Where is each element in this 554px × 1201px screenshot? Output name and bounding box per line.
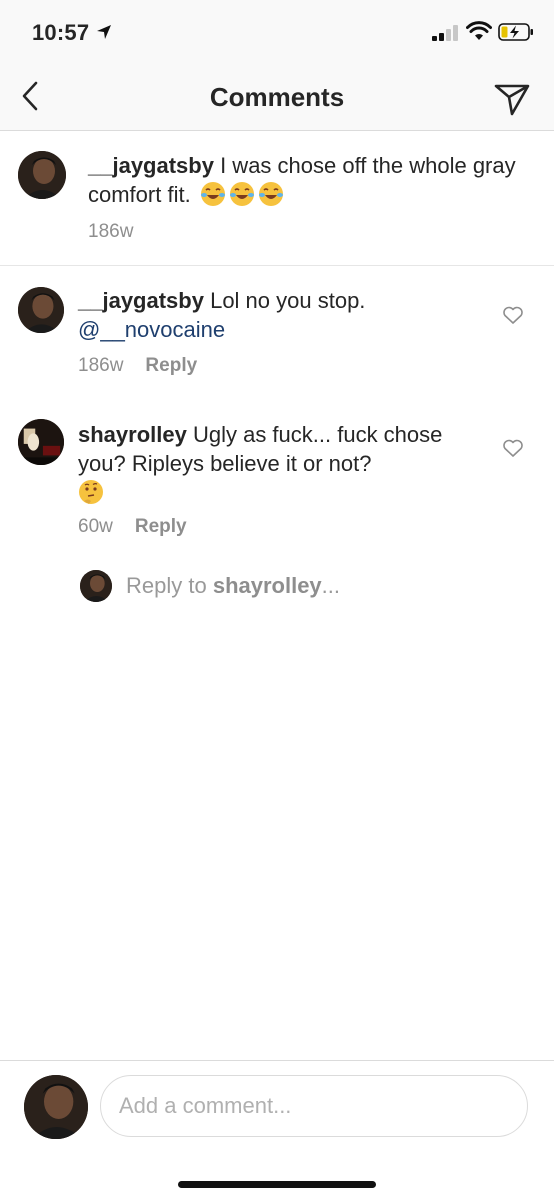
comment-meta: 60w Reply bbox=[78, 516, 187, 538]
status-time: 10:57 bbox=[32, 20, 90, 45]
avatar[interactable] bbox=[18, 151, 66, 199]
heart-like-icon[interactable] bbox=[502, 438, 524, 458]
caption-text: __jaygatsby I was chose off the whole gr… bbox=[88, 151, 528, 209]
reply-prompt-prefix: Reply to bbox=[126, 573, 213, 598]
thinking-face-emoji-icon bbox=[78, 480, 104, 505]
avatar bbox=[24, 1075, 88, 1139]
home-indicator bbox=[178, 1181, 376, 1188]
comment-timestamp: 186w bbox=[78, 355, 124, 376]
comment-composer bbox=[0, 1060, 554, 1201]
heart-like-icon[interactable] bbox=[502, 305, 524, 325]
signal-icon bbox=[432, 25, 458, 41]
battery-charging-icon bbox=[498, 23, 533, 41]
page-title: Comments bbox=[209, 82, 345, 112]
share-send-icon[interactable] bbox=[492, 78, 532, 118]
caption-username[interactable]: __jaygatsby bbox=[88, 153, 214, 178]
avatar[interactable] bbox=[18, 419, 64, 465]
comment-input[interactable] bbox=[100, 1075, 528, 1137]
comment-text: shayrolley Ugly as fuck... fuck chose yo… bbox=[78, 420, 488, 507]
caption-timestamp: 186w bbox=[88, 221, 134, 242]
reply-button[interactable]: Reply bbox=[145, 355, 197, 376]
wifi-icon bbox=[466, 21, 492, 40]
avatar[interactable] bbox=[18, 287, 64, 333]
caption-section: __jaygatsby I was chose off the whole gr… bbox=[0, 131, 554, 266]
comment-body: Lol no you stop. bbox=[203, 288, 366, 313]
reply-button[interactable]: Reply bbox=[135, 516, 187, 537]
comment-username[interactable]: shayrolley bbox=[78, 422, 187, 447]
nav-bar: Comments bbox=[0, 64, 554, 131]
reply-prompt-username: shayrolley bbox=[212, 573, 322, 598]
status-bar: 10:57 bbox=[0, 0, 554, 64]
comment-meta: 186w Reply bbox=[78, 355, 197, 377]
comment-timestamp: 60w bbox=[78, 516, 113, 537]
comment-text: __jaygatsby Lol no you stop. @__novocain… bbox=[78, 286, 478, 344]
reply-prompt-suffix: ... bbox=[321, 573, 341, 598]
tears-of-joy-emoji-icon bbox=[197, 182, 284, 207]
location-arrow-icon bbox=[97, 25, 111, 39]
mention-link[interactable]: @__novocaine bbox=[78, 317, 225, 342]
comment-username[interactable]: __jaygatsby bbox=[78, 288, 204, 313]
reply-prompt-text[interactable]: Reply to shayrolley... bbox=[126, 573, 340, 599]
avatar bbox=[80, 570, 112, 602]
